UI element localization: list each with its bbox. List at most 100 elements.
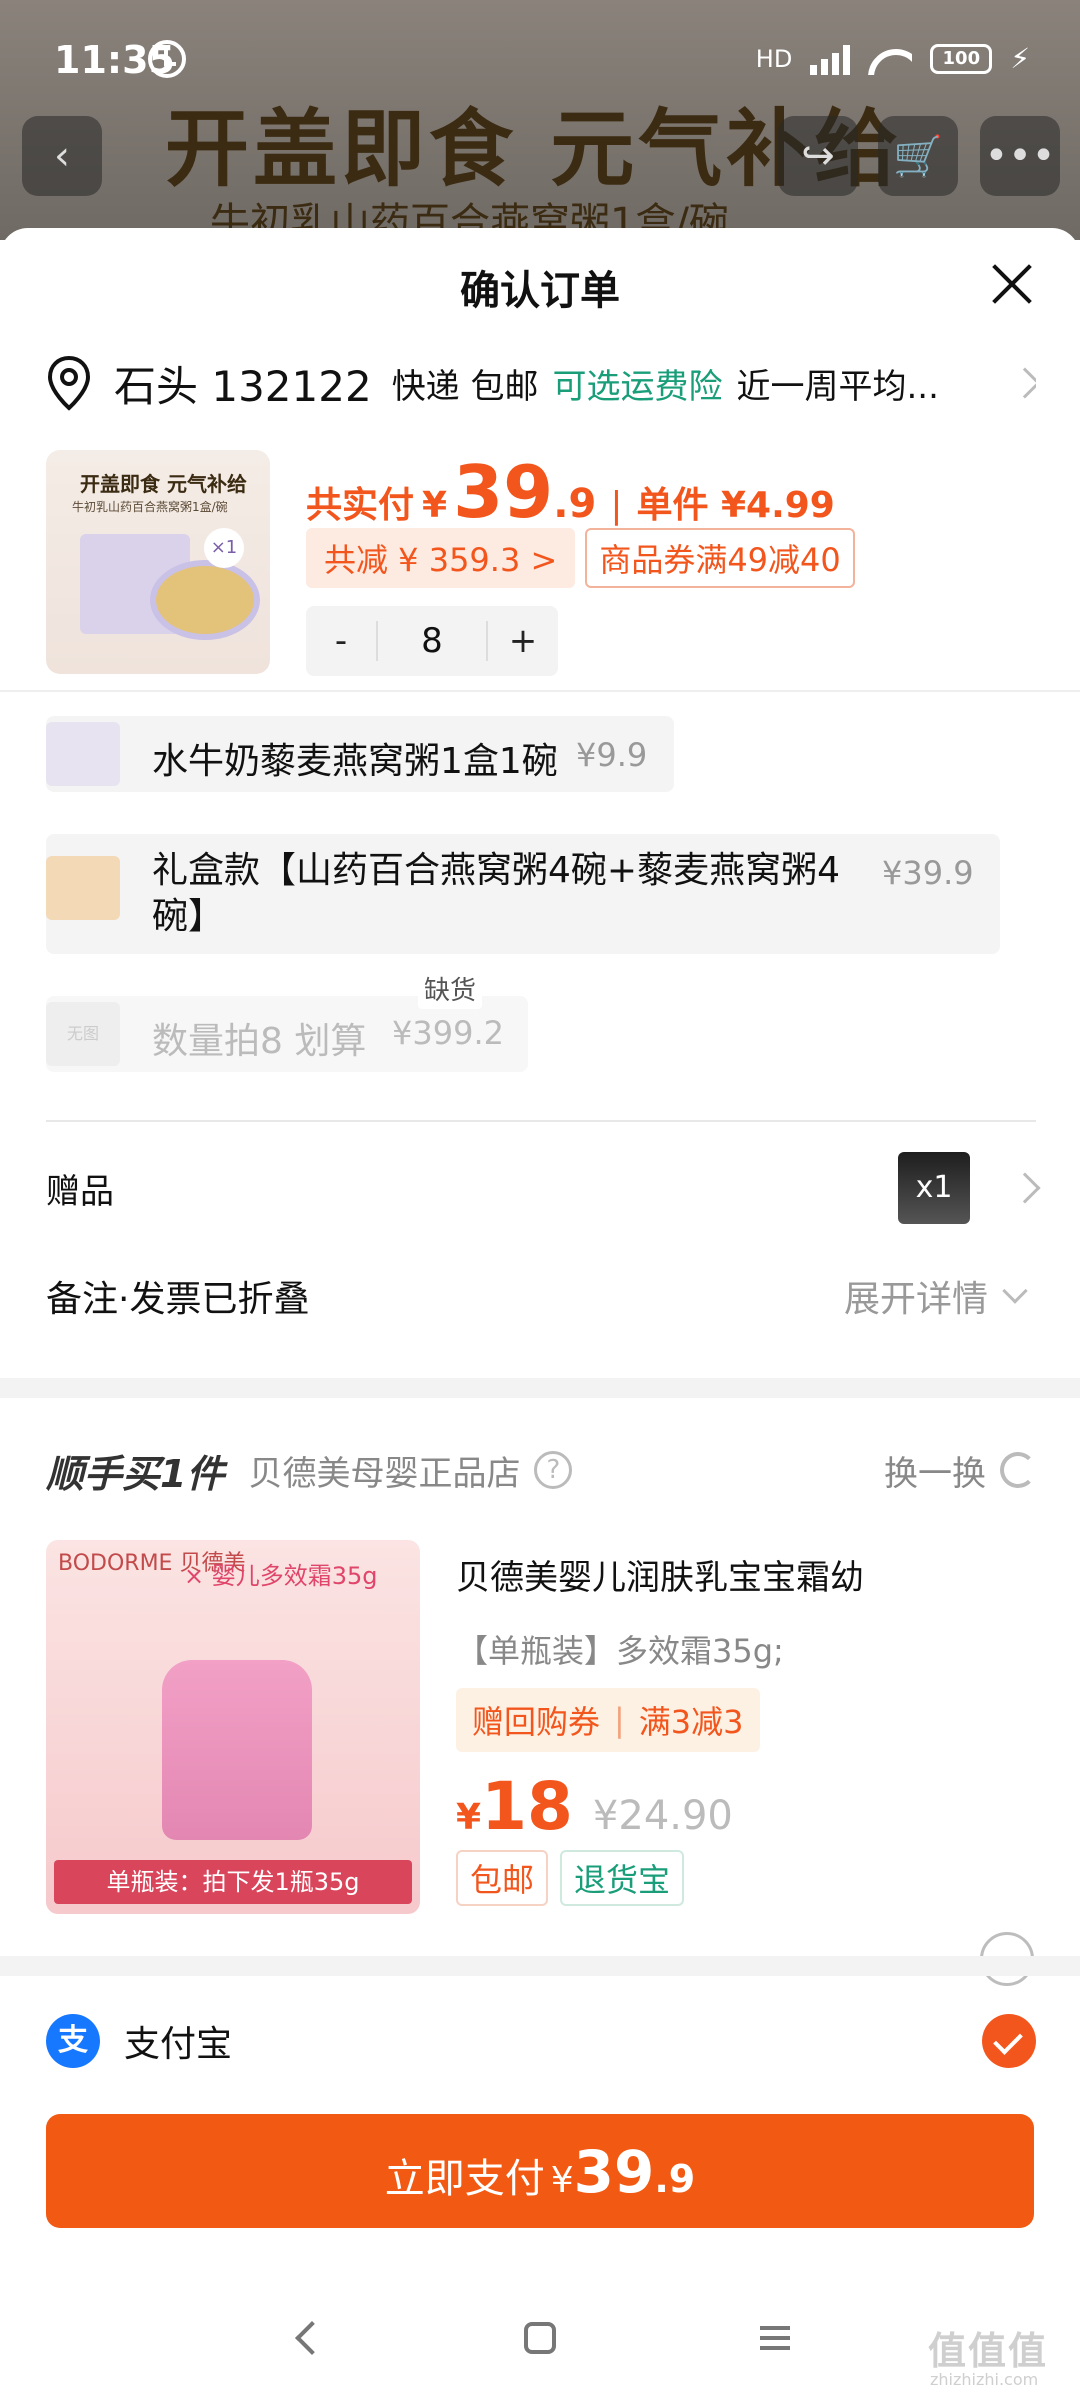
swap-button[interactable]: 换一换 <box>884 1446 1036 1495</box>
delivery-average: 近一周平均... <box>736 366 939 407</box>
sku-thumbnail <box>46 722 120 786</box>
nav-back-icon[interactable] <box>295 2321 329 2355</box>
payment-method-label: 支付宝 <box>124 2024 233 2065</box>
location-pin-icon <box>47 355 91 411</box>
status-bar: 11:35 HD 100 ⚡ <box>0 0 1080 120</box>
check-icon[interactable] <box>982 2014 1036 2068</box>
sku-option[interactable]: 水牛奶藜麦燕窝粥1盒1碗 ¥9.9 <box>46 716 674 792</box>
chevron-right-icon <box>1009 1172 1041 1204</box>
nav-home-icon[interactable] <box>524 2322 556 2354</box>
pay-now-button[interactable]: 立即支付 ¥ 39 .9 <box>46 2114 1034 2228</box>
charging-icon: ⚡ <box>1010 42 1030 75</box>
total-pay-decimal: .9 <box>553 481 597 527</box>
divider <box>46 1120 1036 1122</box>
gift-row[interactable]: 赠品 x1 <box>46 1150 1041 1226</box>
upsell-shop-name: 贝德美母婴正品店 <box>248 1453 521 1494</box>
signal-icon <box>810 43 851 75</box>
price-separator: | <box>610 485 623 526</box>
background-more-icon: ••• <box>980 116 1060 196</box>
system-nav-bar <box>0 2280 1080 2380</box>
unit-price: 单件 ¥4.99 <box>636 485 835 526</box>
note-invoice-row[interactable]: 备注·发票已折叠 展开详情 <box>46 1256 1036 1336</box>
product-image-badge: ×1 <box>204 528 244 568</box>
promo-separator: | <box>614 1701 625 1739</box>
alipay-icon: 支 <box>46 2014 100 2068</box>
gift-label: 赠品 <box>46 1171 114 1212</box>
upsell-promo-2: 满3减3 <box>638 1703 744 1741</box>
payment-method-row[interactable]: 支 支付宝 <box>46 2006 1036 2076</box>
upsell-promo-1: 赠回购券 <box>472 1703 601 1741</box>
total-pay-currency: ¥ <box>422 485 448 526</box>
sku-name: 数量拍8 划算 <box>152 1021 367 1062</box>
sku-option[interactable]: 礼盒款【山药百合燕窝粥4碗+藜麦燕窝粥4碗】 ¥39.9 <box>46 834 1000 954</box>
sheet-title: 确认订单 <box>460 268 620 314</box>
quantity-value[interactable]: 8 <box>376 621 488 661</box>
watermark: 值值值 <box>928 2329 1049 2373</box>
upsell-header: 顺手买1件 贝德美母婴正品店 ? 换一换 <box>46 1440 1036 1500</box>
upsell-image-jar <box>162 1660 312 1840</box>
total-discount-chip[interactable]: 共减 ¥ 359.3 > <box>306 528 576 588</box>
status-icons: HD 100 ⚡ <box>756 42 1030 75</box>
section-gap <box>0 1956 1080 1976</box>
section-gap <box>0 1378 1080 1398</box>
upsell-price-currency: ¥ <box>456 1797 482 1838</box>
upsell-tags: 包邮 退货宝 <box>456 1850 685 1906</box>
nav-menu-icon[interactable] <box>760 2326 790 2350</box>
chevron-down-icon <box>1002 1278 1028 1304</box>
upsell-promo-chip: 赠回购券 | 满3减3 <box>456 1688 760 1752</box>
battery-icon: 100 <box>930 43 993 74</box>
pay-now-decimal: .9 <box>654 2157 696 2201</box>
expand-details-link[interactable]: 展开详情 <box>844 1270 988 1322</box>
return-insurance-tag: 退货宝 <box>560 1850 685 1906</box>
quantity-stepper: - 8 + <box>306 606 558 676</box>
total-pay-label: 共实付 <box>306 485 415 526</box>
shipping-insurance-link[interactable]: 可选运费险 <box>553 359 723 408</box>
pay-now-currency: ¥ <box>550 2160 574 2201</box>
note-invoice-label: 备注·发票已折叠 <box>46 1279 310 1320</box>
upsell-title: 顺手买1件 <box>46 1451 225 1496</box>
network-label: HD <box>755 44 793 73</box>
total-pay-integer: 39 <box>453 450 554 534</box>
watermark-url: zhizhizhi.com <box>930 2370 1039 2389</box>
upsell-product-image[interactable]: BODORME 贝德美 × 婴儿多效霜35g 单瓶装：拍下发1瓶35g <box>46 1540 420 1914</box>
decrease-quantity-button[interactable]: - <box>306 621 376 661</box>
free-shipping-tag: 包邮 <box>456 1850 549 1906</box>
sku-price: ¥39.9 <box>882 854 974 892</box>
sku-price: ¥9.9 <box>576 736 648 774</box>
divider <box>0 690 1080 692</box>
help-icon[interactable]: ? <box>534 1451 573 1489</box>
background-cart-icon: 🛒 <box>878 116 958 196</box>
discount-row: 共减 ¥ 359.3 > 商品券满49减40 <box>306 528 855 588</box>
sku-name: 礼盒款【山药百合燕窝粥4碗+藜麦燕窝粥4碗】 <box>152 850 840 937</box>
chevron-right-icon <box>1009 367 1036 399</box>
sku-thumbnail-placeholder: 无图 <box>46 1002 120 1066</box>
background-back-button: ‹ <box>22 116 102 196</box>
sku-price: ¥399.2 <box>392 1014 504 1052</box>
sku-thumbnail <box>46 856 120 920</box>
upsell-image-tag: × 婴儿多效霜35g <box>184 1562 378 1590</box>
gift-thumbnail: x1 <box>898 1152 970 1224</box>
increase-quantity-button[interactable]: + <box>488 621 558 661</box>
close-button[interactable] <box>984 256 1040 312</box>
product-image-bowl <box>150 560 260 640</box>
pay-now-label: 立即支付 <box>384 2156 545 2202</box>
address-row[interactable]: 石头 132122 快递 包邮 可选运费险 近一周平均... <box>46 348 1036 418</box>
alarm-icon <box>148 40 186 78</box>
background-page: 开盖即食 元气补给 牛初乳山药百合燕窝粥1盒/碗 ‹ ↪ 🛒 ••• 11:35… <box>0 0 1080 240</box>
refresh-icon <box>1000 1452 1036 1488</box>
upsell-image-band: 单瓶装：拍下发1瓶35g <box>54 1860 412 1904</box>
shipping-method: 快递 包邮 <box>391 366 539 407</box>
address-name: 石头 132122 <box>114 361 372 411</box>
coupon-chip: 商品券满49减40 <box>585 528 855 588</box>
upsell-product-title[interactable]: 贝德美婴儿润肤乳宝宝霜幼 <box>456 1550 864 1599</box>
sku-name: 水牛奶藜麦燕窝粥1盒1碗 <box>152 741 558 782</box>
confirm-order-sheet: 确认订单 石头 132122 快递 包邮 可选运费险 近一周平均... 开盖即食… <box>0 228 1080 2400</box>
background-share-icon: ↪ <box>778 116 858 196</box>
upsell-price: ¥ 18 ¥24.90 <box>456 1768 733 1845</box>
upsell-price-amount: 18 <box>481 1768 573 1845</box>
product-image: 开盖即食 元气补给 牛初乳山药百合燕窝粥1盒/碗 ×1 <box>46 450 270 674</box>
upsell-product-spec: 【单瓶装】多效霜35g; <box>456 1632 784 1670</box>
total-pay-line: 共实付 ¥ 39 .9 | 单件 ¥4.99 <box>306 450 835 534</box>
wifi-icon <box>868 43 912 75</box>
swap-label: 换一换 <box>884 1453 986 1494</box>
